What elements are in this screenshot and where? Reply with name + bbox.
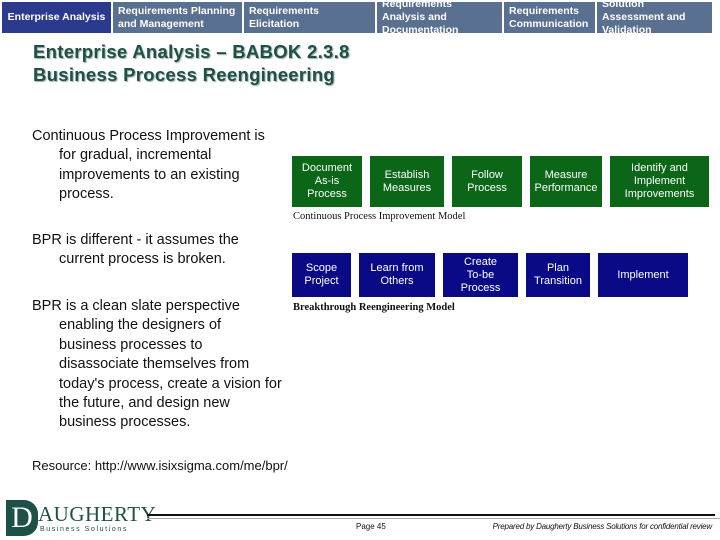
cpi-paragraph: Continuous Process Improvement is for gr… — [32, 127, 282, 205]
cpi-step-establish: Establish Measures — [370, 156, 444, 207]
breakthrough-model-diagram: Scope Project Learn from Others Create T… — [292, 253, 688, 297]
resource-link[interactable]: Resource: http://www.isixsigma.com/me/bp… — [32, 458, 288, 473]
bpr-step-learn: Learn from Others — [359, 253, 435, 297]
logo-d-icon: D — [6, 500, 38, 536]
page-number: Page 45 — [356, 522, 386, 531]
bpr-different-text: BPR is different - it assumes the curren… — [32, 232, 239, 268]
continuous-model-caption: Continuous Process Improvement Model — [293, 211, 466, 222]
cpi-step-measure: Measure Performance — [530, 156, 602, 207]
prepared-by-note: Prepared by Daugherty Business Solutions… — [492, 522, 713, 531]
footer-divider-shadow — [147, 518, 720, 519]
cpi-step-improve: Identify and Implement Improvements — [610, 156, 709, 207]
tab-requirements-planning[interactable]: Requirements Planning and Management — [113, 2, 242, 33]
title-line-1: Enterprise Analysis – BABOK 2.3.8 — [33, 41, 350, 62]
continuous-model-diagram: Document As-is Process Establish Measure… — [292, 156, 709, 207]
cpi-step-document: Document As-is Process — [292, 156, 362, 207]
breakthrough-model-caption: Breakthrough Reengineering Model — [293, 302, 455, 313]
tab-solution-assessment[interactable]: Solution Assessment and Validation — [597, 0, 712, 36]
logo-tagline: Business Solutions — [40, 526, 128, 533]
title-line-2: Business Process Reengineering — [33, 64, 336, 85]
cpi-text: Continuous Process Improvement is for gr… — [32, 128, 265, 203]
tab-requirements-communication[interactable]: Requirements Communication — [504, 2, 595, 33]
tab-enterprise-analysis[interactable]: Enterprise Analysis — [2, 2, 111, 33]
logo-wordmark: AUGHERTY — [38, 502, 157, 526]
cpi-step-follow: Follow Process — [452, 156, 522, 207]
daugherty-logo: D AUGHERTY Business Solutions — [6, 500, 156, 536]
bpr-step-implement: Implement — [598, 253, 688, 297]
bpr-step-plan: Plan Transition — [526, 253, 590, 297]
bpr-clean-slate-paragraph: BPR is a clean slate perspective enablin… — [32, 297, 282, 433]
bpr-different-paragraph: BPR is different - it assumes the curren… — [32, 231, 282, 270]
page-title: Enterprise Analysis – BABOK 2.3.8 Busine… — [33, 40, 350, 86]
bpr-clean-slate-text: BPR is a clean slate perspective enablin… — [32, 298, 282, 431]
footer-divider — [147, 514, 715, 516]
tab-requirements-elicitation[interactable]: Requirements Elicitation — [244, 2, 375, 33]
bpr-step-create: Create To-be Process — [443, 253, 518, 297]
bpr-step-scope: Scope Project — [292, 253, 351, 297]
section-tabs: Enterprise Analysis Requirements Plannin… — [2, 0, 712, 36]
tab-requirements-analysis[interactable]: Requirements Analysis and Documentation — [377, 0, 502, 36]
